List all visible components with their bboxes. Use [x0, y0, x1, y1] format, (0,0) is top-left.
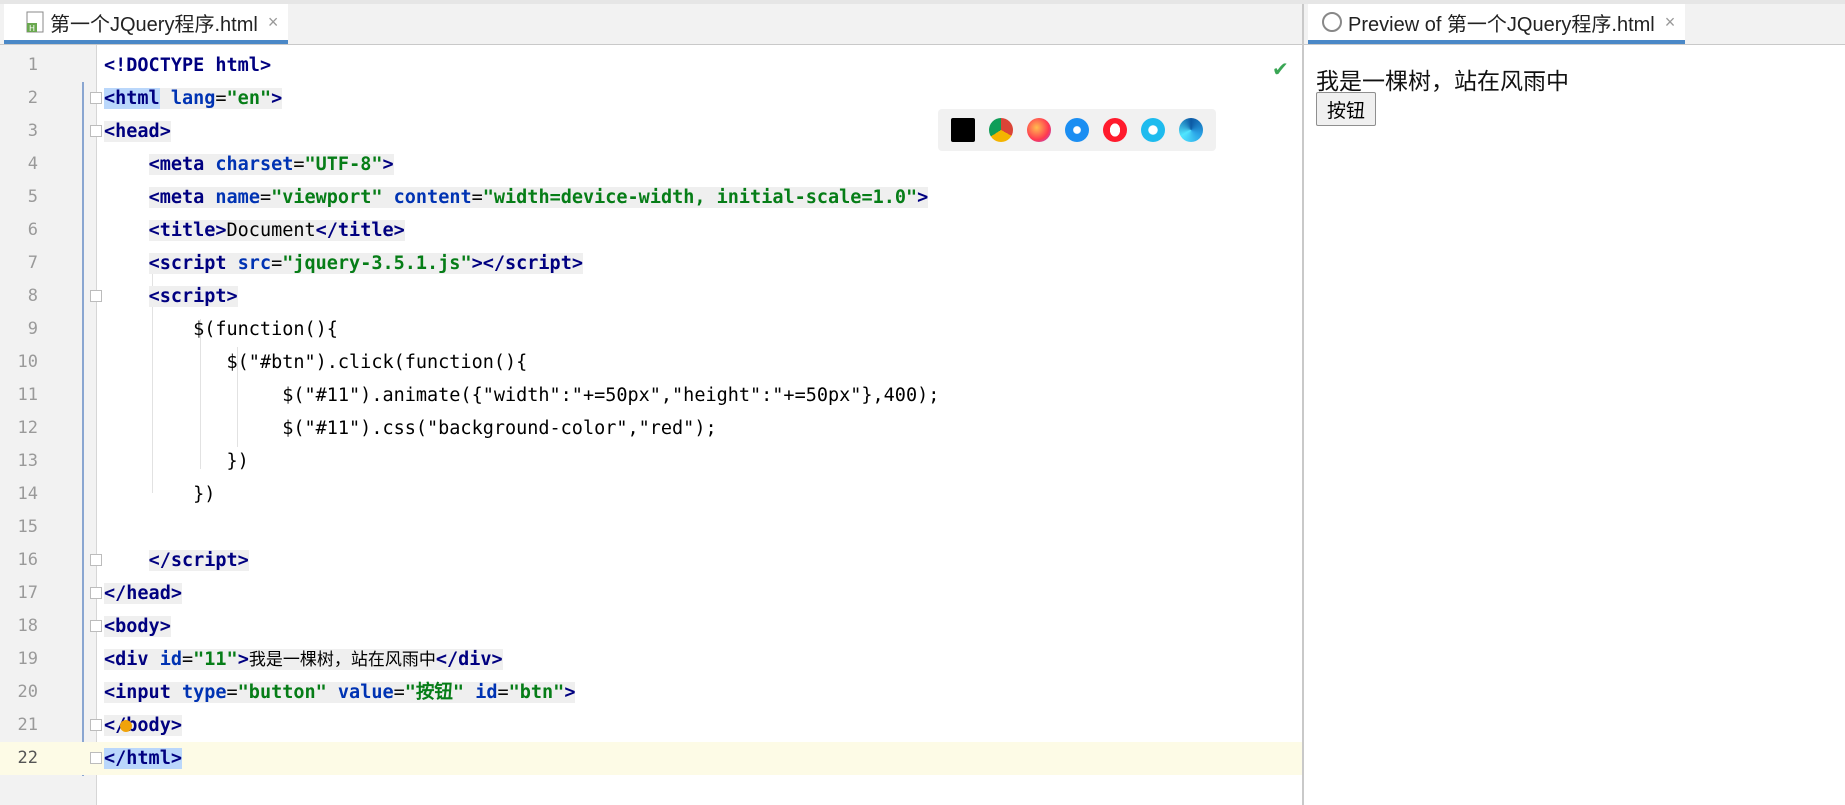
- globe-icon: [1322, 12, 1342, 32]
- code-line: 1 <!DOCTYPE html>: [27, 55, 272, 76]
- code-line: 12 $("#11").css("background-color","red"…: [17, 418, 717, 439]
- opera-icon[interactable]: [1103, 118, 1127, 142]
- editor-tab-bar: H 第一个JQuery程序.html ×: [0, 4, 1302, 45]
- edge-icon[interactable]: [1179, 118, 1203, 142]
- browser-launch-bar: [938, 109, 1216, 151]
- code-lines: 1 <!DOCTYPE html> 2 <html lang="en"> 3 <hea…: [0, 49, 1302, 775]
- firefox-icon[interactable]: [1027, 118, 1051, 142]
- code-line: 7 <script src="jquery-3.5.1.js"></script…: [27, 253, 583, 274]
- code-line: 8 <script>: [27, 286, 238, 307]
- code-line: 16 </script>: [17, 550, 249, 571]
- preview-tab-bar: Preview of 第一个JQuery程序.html ×: [1304, 4, 1845, 45]
- preview-tab-label: Preview of 第一个JQuery程序.html: [1348, 13, 1655, 36]
- preview-pane: Preview of 第一个JQuery程序.html × 我是一棵树，站在风雨…: [1304, 4, 1845, 805]
- preview-tab[interactable]: Preview of 第一个JQuery程序.html ×: [1308, 4, 1686, 44]
- code-line: 9 $(function(){: [27, 319, 338, 340]
- code-line: 13 }): [17, 451, 249, 472]
- code-line: 10 $("#btn").click(function(){: [17, 352, 528, 373]
- editor-tab[interactable]: H 第一个JQuery程序.html ×: [4, 4, 289, 44]
- safari-icon[interactable]: [1065, 118, 1089, 142]
- code-line-current: 22 </html>: [0, 742, 1302, 775]
- code-line: 20 <input type="button" value="按钮" id="bt…: [17, 682, 576, 703]
- editor-tab-label: 第一个JQuery程序.html: [50, 13, 258, 36]
- code-line: 17 </head>: [17, 583, 182, 604]
- code-editor[interactable]: H 第一个JQuery程序.html × 1 <!DOCTYPE html> 2 <…: [0, 4, 1302, 805]
- close-icon[interactable]: ×: [1665, 12, 1676, 33]
- code-line: 5 <meta name="viewport" content="width=d…: [27, 187, 929, 208]
- preview-div-text: 我是一棵树，站在风雨中: [1316, 69, 1569, 95]
- code-line: 15: [17, 517, 38, 537]
- preview-button[interactable]: 按钮: [1316, 92, 1377, 126]
- chrome-icon[interactable]: [989, 118, 1013, 142]
- html-file-icon: H: [26, 11, 44, 33]
- svg-text:H: H: [29, 24, 35, 33]
- code-line: 14 }): [17, 484, 216, 505]
- code-line: 4 <meta charset="UTF-8">: [27, 154, 394, 175]
- intellij-icon[interactable]: [951, 118, 975, 142]
- code-line: 11 $("#11").animate({"width":"+=50px","h…: [17, 385, 940, 406]
- code-line: 6 <title>Document</title>: [27, 220, 405, 241]
- code-line: 18 <body>: [17, 616, 171, 637]
- intention-bulb-icon[interactable]: [120, 720, 132, 732]
- no-problems-check-icon[interactable]: ✔: [1272, 57, 1289, 81]
- code-line: 21 </body>: [17, 715, 182, 736]
- close-icon[interactable]: ×: [268, 12, 279, 33]
- code-line: 19 <div id="11">我是一棵树，站在风雨中</div>: [17, 649, 503, 670]
- ie-icon[interactable]: [1141, 118, 1165, 142]
